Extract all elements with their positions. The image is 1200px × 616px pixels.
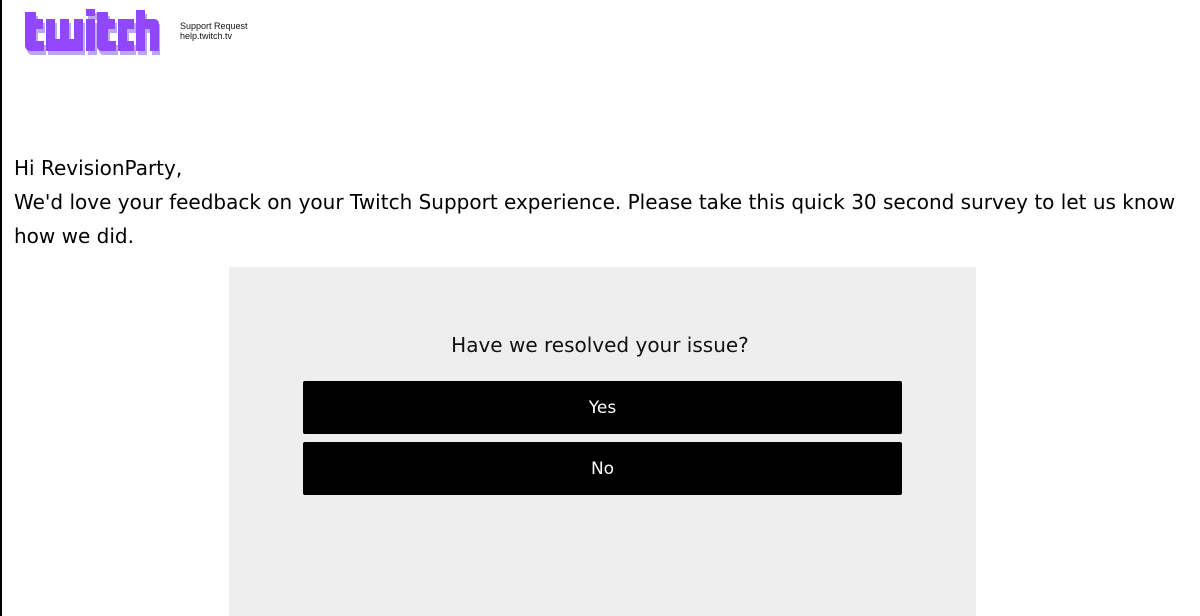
survey-question: Have we resolved your issue? [451,333,749,357]
greeting-text: Hi RevisionParty, [14,156,183,180]
support-request-info: Support Request help.twitch.tv [180,21,248,41]
yes-button[interactable]: Yes [303,381,902,434]
email-message: Hi RevisionParty, We'd love your feedbac… [14,151,1198,253]
left-border [0,0,2,616]
support-request-title: Support Request [180,21,248,31]
email-header: Support Request help.twitch.tv [22,8,248,56]
no-button-label: No [590,458,615,479]
twitch-logo [25,9,160,55]
no-button[interactable]: No [303,442,902,495]
yes-button-label: Yes [588,397,617,418]
support-url: help.twitch.tv [180,31,233,41]
message-body: We'd love your feedback on your Twitch S… [14,190,1176,248]
